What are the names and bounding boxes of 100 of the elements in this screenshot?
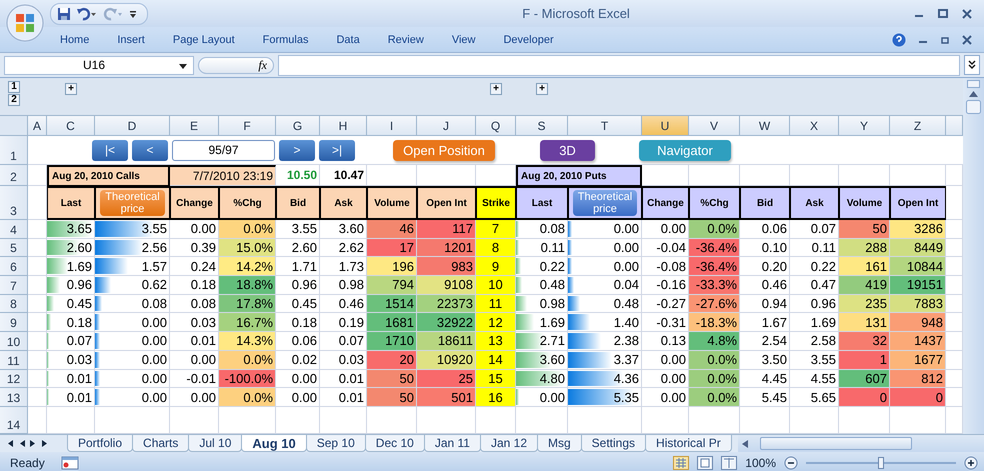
formula-input[interactable] — [278, 54, 960, 76]
zoom-out-icon[interactable] — [784, 456, 798, 470]
sheet-tab[interactable]: Jan 11 — [424, 435, 481, 452]
sheet-tab[interactable]: Portfolio — [67, 435, 134, 452]
column-header[interactable]: E — [170, 116, 219, 136]
sheet-tab[interactable]: Sep 10 — [306, 435, 366, 452]
ribbon-tab[interactable]: Home — [60, 34, 90, 46]
row-number: 8 — [0, 294, 28, 314]
column-header[interactable]: Q — [476, 116, 516, 136]
cell-value: 0.00 — [142, 314, 167, 330]
cell-value: 0.00 — [540, 390, 565, 405]
scroll-thumb-icon[interactable] — [966, 100, 981, 114]
sheet-tab[interactable]: Dec 10 — [364, 435, 425, 452]
column-header[interactable]: U — [642, 116, 689, 136]
cell-value: 3.55 — [142, 221, 167, 236]
cell-value: 3.65 — [66, 221, 92, 236]
help-icon[interactable] — [892, 32, 906, 46]
scroll-thumb[interactable] — [760, 437, 912, 450]
close-icon[interactable] — [962, 34, 972, 44]
outline-level-button[interactable]: 1 — [8, 81, 20, 93]
strike-cell: 8 — [476, 238, 516, 258]
page-break-icon[interactable] — [721, 456, 738, 470]
column-header[interactable]: Y — [839, 116, 890, 136]
column-header[interactable]: W — [740, 116, 790, 136]
position-field[interactable]: 95/97 — [172, 140, 275, 160]
row-number: 14 — [0, 406, 28, 434]
sheet-tab[interactable]: Charts — [132, 435, 190, 452]
table-cell: 131 — [839, 313, 890, 332]
restore-icon[interactable] — [940, 34, 950, 44]
column-header[interactable]: D — [95, 116, 170, 136]
insert-function-button[interactable]: fx — [198, 56, 274, 74]
macro-record-icon[interactable] — [60, 456, 79, 470]
cell-value: 0.00 — [142, 390, 167, 405]
expand-group-button[interactable]: + — [536, 83, 548, 95]
sheet-tab[interactable]: Jul 10 — [188, 435, 242, 452]
save-icon[interactable] — [57, 6, 71, 20]
table-cell: 0.96 — [276, 276, 320, 295]
nav-button[interactable]: |< — [92, 140, 128, 160]
table-cell: 1201 — [417, 238, 476, 258]
cell-value: 0.62 — [142, 277, 167, 292]
column-header[interactable]: H — [320, 116, 367, 136]
sheet-tab[interactable]: Msg — [537, 435, 582, 452]
column-heading: Volume — [367, 186, 417, 220]
ribbon-tab[interactable]: View — [452, 34, 476, 46]
column-header[interactable]: A — [28, 116, 47, 136]
table-cell: 1677 — [890, 350, 946, 370]
ribbon-tab[interactable]: Page Layout — [172, 34, 235, 46]
column-header[interactable]: J — [417, 116, 476, 136]
column-header[interactable]: C — [47, 116, 95, 136]
action-button[interactable]: 3D — [540, 140, 595, 160]
maximize-icon[interactable] — [938, 8, 948, 18]
column-header[interactable]: S — [516, 116, 568, 136]
table-cell: 0.0% — [689, 370, 740, 388]
column-header[interactable]: X — [790, 116, 839, 136]
row-number: 10 — [0, 332, 28, 351]
ribbon-tab[interactable]: Insert — [117, 34, 145, 46]
name-box[interactable]: U16 — [4, 56, 194, 74]
column-header[interactable]: I — [367, 116, 417, 136]
column-header[interactable]: V — [689, 116, 740, 136]
column-header[interactable]: T — [568, 116, 642, 136]
caret-icon[interactable] — [179, 64, 187, 68]
table-cell: 4.45 — [740, 370, 790, 388]
normal-view-icon[interactable] — [673, 456, 690, 470]
outline-level-button[interactable]: 2 — [8, 94, 20, 106]
ribbon-tab[interactable]: Developer — [503, 34, 554, 46]
column-header[interactable]: G — [276, 116, 320, 136]
expand-group-button[interactable]: + — [65, 83, 77, 95]
column-header[interactable]: Z — [890, 116, 946, 136]
zoom-level[interactable]: 100% — [745, 456, 776, 470]
strike-cell: 11 — [476, 294, 516, 314]
nav-button[interactable]: < — [132, 140, 168, 160]
table-cell: 50 — [367, 370, 417, 388]
undo-icon[interactable] — [77, 6, 97, 20]
zoom-slider-thumb[interactable] — [878, 457, 884, 469]
nav-button[interactable]: >| — [319, 140, 355, 160]
sheet-tab[interactable]: Historical Pr — [645, 435, 732, 452]
sheet-tab[interactable]: Jan 12 — [480, 435, 538, 452]
page-layout-icon[interactable] — [697, 456, 714, 470]
expand-group-button[interactable]: + — [490, 83, 502, 95]
customize-icon[interactable] — [129, 8, 137, 18]
expand-icon[interactable] — [968, 60, 976, 70]
table-cell: 1 — [839, 350, 890, 370]
theoretical-price-button[interactable]: Theoretical price — [572, 190, 638, 216]
table-cell: 1514 — [367, 294, 417, 314]
nav-button[interactable]: > — [279, 140, 315, 160]
ribbon-tab[interactable]: Review — [388, 34, 424, 46]
table-cell: 196 — [367, 257, 417, 276]
ribbon-tab[interactable]: Formulas — [262, 34, 308, 46]
cell-value: 0.48 — [614, 296, 639, 312]
split-handle-icon[interactable] — [967, 80, 980, 88]
zoom-in-icon[interactable] — [964, 456, 978, 470]
table-cell: 3.50 — [740, 350, 790, 370]
scroll-up-icon[interactable] — [969, 91, 978, 97]
close-icon[interactable] — [962, 8, 972, 18]
cell-value: 0.00 — [142, 370, 167, 386]
column-header[interactable]: F — [219, 116, 276, 136]
cell-value: 0.08 — [540, 221, 565, 236]
ribbon-tab[interactable]: Data — [336, 34, 360, 46]
sheet-tab[interactable]: Settings — [580, 435, 646, 452]
sheet-tab[interactable]: Aug 10 — [241, 435, 307, 452]
